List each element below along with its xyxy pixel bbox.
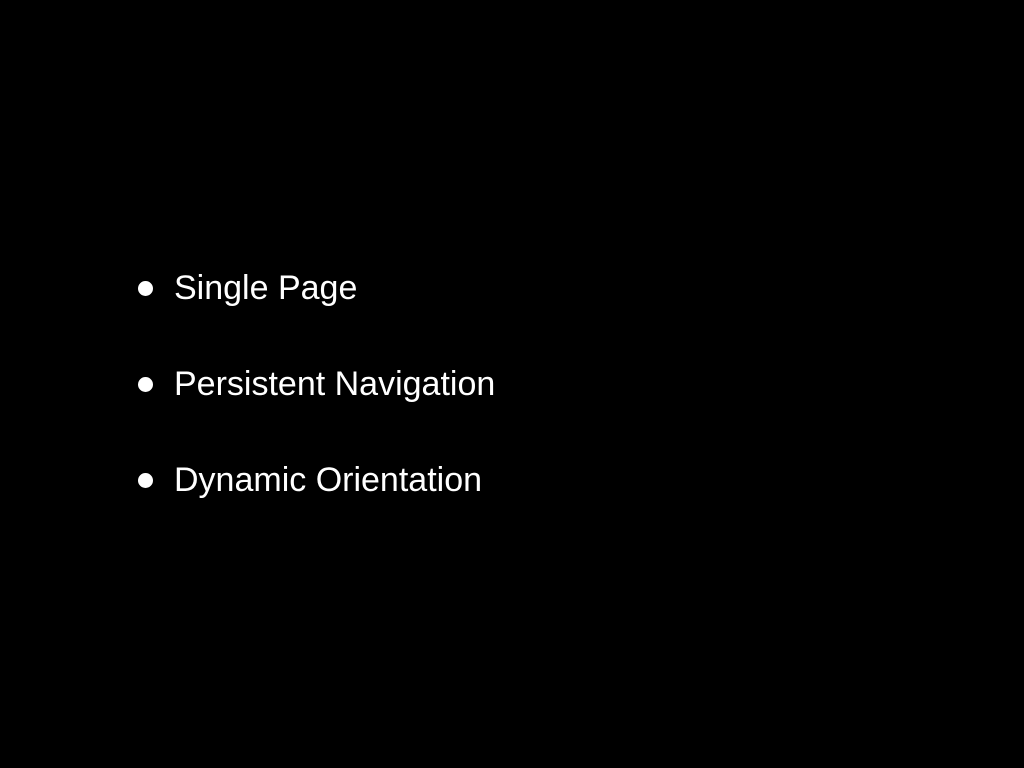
- bullet-item-persistent-navigation: Persistent Navigation: [138, 360, 495, 408]
- bullet-label: Dynamic Orientation: [174, 461, 483, 499]
- presentation-slide: Single Page Persistent Navigation Dynami…: [0, 0, 1024, 768]
- bullet-list: Single Page Persistent Navigation Dynami…: [138, 264, 495, 504]
- bullet-label: Single Page: [174, 269, 358, 307]
- bullet-label: Persistent Navigation: [174, 365, 496, 403]
- bullet-dot-icon: [138, 472, 153, 488]
- bullet-dot-icon: [138, 280, 153, 296]
- bullet-item-dynamic-orientation: Dynamic Orientation: [138, 456, 495, 504]
- bullet-dot-icon: [138, 376, 153, 392]
- bullet-item-single-page: Single Page: [138, 264, 495, 312]
